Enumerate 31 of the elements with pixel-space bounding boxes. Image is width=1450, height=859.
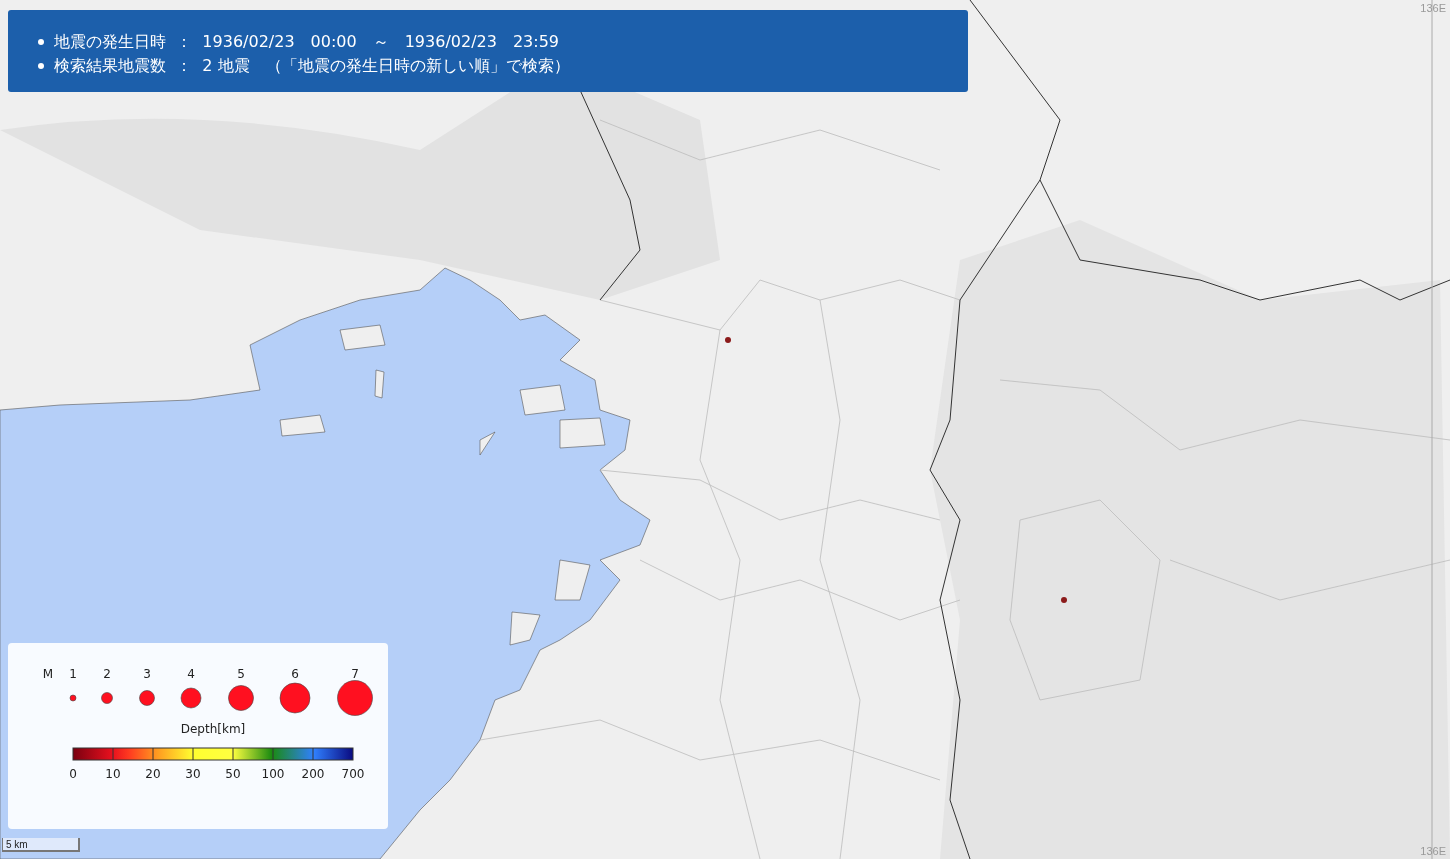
depth-title: Depth[km]: [180, 722, 246, 736]
summary-text: 地震の発生日時 ： 1936/02/23 00:00 ～ 1936/02/23 23:59: [54, 31, 559, 53]
longitude-label: 136E: [1420, 845, 1446, 857]
magnitude-circle-icon: [180, 687, 202, 709]
magnitude-circle-icon: [228, 685, 254, 711]
magnitude-value: 3: [143, 667, 151, 681]
depth-tick-label: 50: [225, 767, 241, 781]
magnitude-value: 4: [187, 667, 195, 681]
depth-tick-label: 10: [105, 767, 121, 781]
magnitude-circle-icon: [139, 690, 155, 706]
magnitude-value: 1: [69, 667, 77, 681]
magnitude-circle-icon: [101, 692, 113, 704]
magnitude-circle-icon: [69, 694, 77, 702]
depth-tick-label: 200: [301, 767, 325, 781]
magnitude-label: M: [42, 667, 54, 681]
depth-tick-label: 0: [69, 767, 77, 781]
magnitude-value: 7: [351, 667, 359, 681]
magnitude-value: 5: [237, 667, 245, 681]
depth-tick-label: 20: [145, 767, 161, 781]
summary-text: 検索結果地震数 ： 2 地震 （「地震の発生日時の新しい順」で検索）: [54, 55, 570, 77]
magnitude-circle-icon: [279, 682, 311, 714]
magnitude-value: 2: [103, 667, 111, 681]
bullet-icon: [38, 63, 44, 69]
depth-tick-label: 700: [341, 767, 365, 781]
scale-bar: 5 km: [2, 838, 80, 852]
depth-tick-label: 100: [261, 767, 285, 781]
magnitude-circle-icon: [337, 680, 373, 716]
longitude-label: 136E: [1420, 2, 1446, 14]
depth-tick-label: 30: [185, 767, 201, 781]
magnitude-value: 6: [291, 667, 299, 681]
bullet-icon: [38, 39, 44, 45]
